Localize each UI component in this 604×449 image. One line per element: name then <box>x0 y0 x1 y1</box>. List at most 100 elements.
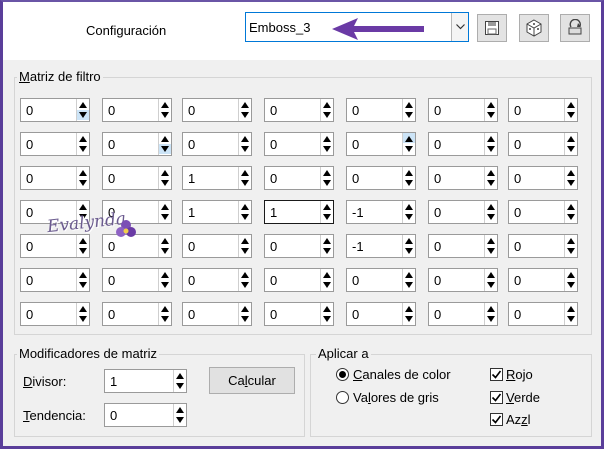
matrix-cell-spin-buttons[interactable] <box>564 201 577 223</box>
matrix-cell-spinbox[interactable]: 0 <box>20 98 90 122</box>
matrix-cell-spinbox[interactable]: 0 <box>346 166 416 190</box>
matrix-cell-spin-buttons[interactable] <box>76 235 89 257</box>
matrix-cell-spinbox[interactable]: 0 <box>20 302 90 326</box>
matrix-cell-spinbox[interactable]: 0 <box>428 234 498 258</box>
matrix-cell-spinbox[interactable]: 0 <box>102 132 172 156</box>
matrix-cell-spinbox[interactable]: 0 <box>428 302 498 326</box>
matrix-cell-spinbox[interactable]: 0 <box>182 98 252 122</box>
matrix-cell-spinbox[interactable]: 0 <box>102 98 172 122</box>
matrix-cell-spin-buttons[interactable] <box>238 201 251 223</box>
check-red[interactable]: Rojo <box>490 367 533 382</box>
matrix-cell-spin-buttons[interactable] <box>320 167 333 189</box>
matrix-cell-spin-buttons[interactable] <box>238 303 251 325</box>
matrix-cell-spin-buttons[interactable] <box>484 201 497 223</box>
bias-spinbox[interactable]: 0 <box>104 403 187 427</box>
preset-dropdown-button[interactable] <box>451 13 468 41</box>
matrix-cell-spin-buttons[interactable] <box>76 269 89 291</box>
matrix-cell-spinbox[interactable]: 0 <box>102 268 172 292</box>
matrix-cell-spin-buttons[interactable] <box>158 133 171 155</box>
matrix-cell-spin-buttons[interactable] <box>402 201 415 223</box>
matrix-cell-spinbox[interactable]: 0 <box>264 132 334 156</box>
matrix-cell-spin-buttons[interactable] <box>402 133 415 155</box>
matrix-cell-spinbox[interactable]: 0 <box>346 302 416 326</box>
matrix-cell-spinbox[interactable]: 0 <box>428 98 498 122</box>
radio-button[interactable] <box>336 391 349 404</box>
matrix-cell-spin-buttons[interactable] <box>564 133 577 155</box>
bias-spin-buttons[interactable] <box>173 404 186 426</box>
matrix-cell-spinbox[interactable]: 0 <box>264 234 334 258</box>
matrix-cell-spin-buttons[interactable] <box>402 235 415 257</box>
matrix-cell-spin-buttons[interactable] <box>564 303 577 325</box>
check-blue[interactable]: Azzl <box>490 412 531 427</box>
matrix-cell-spin-buttons[interactable] <box>158 167 171 189</box>
matrix-cell-spin-buttons[interactable] <box>320 269 333 291</box>
matrix-cell-spin-buttons[interactable] <box>238 167 251 189</box>
matrix-cell-spin-buttons[interactable] <box>320 201 333 223</box>
matrix-cell-spinbox[interactable]: 0 <box>182 302 252 326</box>
matrix-cell-spin-buttons[interactable] <box>76 303 89 325</box>
matrix-cell-spin-buttons[interactable] <box>484 269 497 291</box>
matrix-cell-spin-buttons[interactable] <box>484 99 497 121</box>
matrix-cell-spin-buttons[interactable] <box>238 269 251 291</box>
matrix-cell-spin-buttons[interactable] <box>402 99 415 121</box>
reset-preset-button[interactable] <box>560 14 590 42</box>
matrix-cell-spin-buttons[interactable] <box>320 303 333 325</box>
matrix-cell-spin-buttons[interactable] <box>158 235 171 257</box>
matrix-cell-spin-buttons[interactable] <box>238 133 251 155</box>
matrix-cell-spinbox[interactable]: 0 <box>508 200 578 224</box>
matrix-cell-spinbox[interactable]: 0 <box>102 166 172 190</box>
divisor-spinbox[interactable]: 1 <box>104 369 187 393</box>
matrix-cell-spin-buttons[interactable] <box>484 303 497 325</box>
matrix-cell-spinbox[interactable]: 0 <box>428 268 498 292</box>
matrix-cell-spinbox[interactable]: 0 <box>428 200 498 224</box>
matrix-cell-spinbox[interactable]: 0 <box>264 268 334 292</box>
matrix-cell-spin-buttons[interactable] <box>158 303 171 325</box>
matrix-cell-spinbox[interactable]: 0 <box>182 132 252 156</box>
matrix-cell-spinbox[interactable]: 0 <box>264 166 334 190</box>
matrix-cell-spinbox[interactable]: 0 <box>508 268 578 292</box>
random-preset-button[interactable] <box>519 14 549 42</box>
matrix-cell-spin-buttons[interactable] <box>484 133 497 155</box>
matrix-cell-spinbox[interactable]: 0 <box>508 234 578 258</box>
matrix-cell-spinbox[interactable]: 0 <box>508 302 578 326</box>
matrix-cell-spin-buttons[interactable] <box>320 235 333 257</box>
matrix-cell-spinbox[interactable]: 1 <box>264 200 334 224</box>
matrix-cell-spinbox[interactable]: 0 <box>428 166 498 190</box>
matrix-cell-spin-buttons[interactable] <box>484 167 497 189</box>
matrix-cell-spinbox[interactable]: 0 <box>508 132 578 156</box>
matrix-cell-spin-buttons[interactable] <box>564 269 577 291</box>
matrix-cell-spin-buttons[interactable] <box>238 99 251 121</box>
matrix-cell-spinbox[interactable]: 0 <box>102 302 172 326</box>
matrix-cell-spinbox[interactable]: 0 <box>182 234 252 258</box>
matrix-cell-spin-buttons[interactable] <box>76 167 89 189</box>
matrix-cell-spin-buttons[interactable] <box>76 133 89 155</box>
matrix-cell-spin-buttons[interactable] <box>76 99 89 121</box>
matrix-cell-spinbox[interactable]: 0 <box>20 132 90 156</box>
matrix-cell-spinbox[interactable]: -1 <box>346 200 416 224</box>
matrix-cell-spinbox[interactable]: 0 <box>20 268 90 292</box>
matrix-cell-spinbox[interactable]: -1 <box>346 234 416 258</box>
matrix-cell-spin-buttons[interactable] <box>320 99 333 121</box>
matrix-cell-spin-buttons[interactable] <box>158 269 171 291</box>
matrix-cell-spin-buttons[interactable] <box>402 303 415 325</box>
matrix-cell-spinbox[interactable]: 0 <box>102 234 172 258</box>
matrix-cell-spinbox[interactable]: 0 <box>182 268 252 292</box>
matrix-cell-spinbox[interactable]: 0 <box>508 98 578 122</box>
matrix-cell-spin-buttons[interactable] <box>320 133 333 155</box>
save-preset-button[interactable] <box>477 14 507 42</box>
matrix-cell-spin-buttons[interactable] <box>158 201 171 223</box>
matrix-cell-spinbox[interactable]: 1 <box>182 166 252 190</box>
matrix-cell-spin-buttons[interactable] <box>402 167 415 189</box>
matrix-cell-spinbox[interactable]: 0 <box>428 132 498 156</box>
checkbox[interactable] <box>490 413 503 426</box>
radio-button[interactable] <box>336 368 349 381</box>
matrix-cell-spinbox[interactable]: 0 <box>346 132 416 156</box>
matrix-cell-spinbox[interactable]: 1 <box>182 200 252 224</box>
matrix-cell-spinbox[interactable]: 0 <box>264 98 334 122</box>
divisor-spin-buttons[interactable] <box>173 370 186 392</box>
matrix-cell-spin-buttons[interactable] <box>564 167 577 189</box>
matrix-cell-spin-buttons[interactable] <box>238 235 251 257</box>
checkbox[interactable] <box>490 391 503 404</box>
matrix-cell-spin-buttons[interactable] <box>564 99 577 121</box>
checkbox[interactable] <box>490 368 503 381</box>
